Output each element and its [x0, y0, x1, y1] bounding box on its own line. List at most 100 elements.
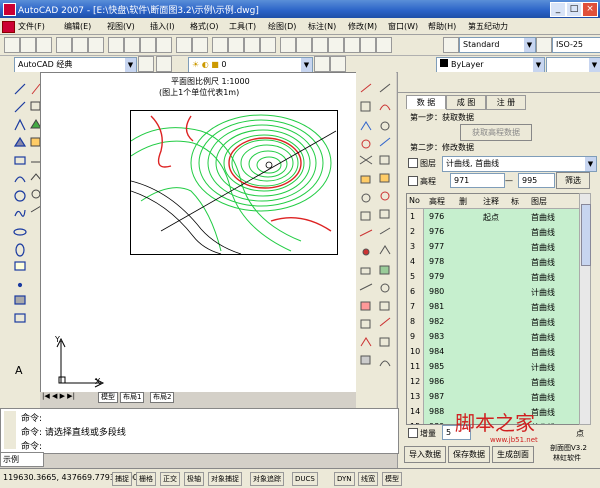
menu-file[interactable]: 文件(F)	[18, 21, 45, 32]
undo-icon[interactable]	[176, 37, 192, 53]
tool-palettes-icon[interactable]	[312, 37, 328, 53]
status-toggle[interactable]: 捕捉	[112, 472, 132, 486]
sheet-set-icon[interactable]	[328, 37, 344, 53]
status-toggle[interactable]: 极轴	[184, 472, 204, 486]
tab-register[interactable]: 注 册	[486, 95, 526, 110]
get-elevation-button[interactable]: 获取高程数据	[460, 124, 532, 141]
copy-icon[interactable]	[124, 37, 140, 53]
maximize-button[interactable]: □	[566, 2, 582, 17]
design-center-icon[interactable]	[296, 37, 312, 53]
status-toggle[interactable]: 正交	[160, 472, 180, 486]
layer-previous-icon[interactable]	[330, 56, 346, 72]
pan-icon[interactable]	[212, 37, 228, 53]
cut-icon[interactable]	[108, 37, 124, 53]
minimize-button[interactable]: _	[550, 2, 566, 17]
tab-layout2[interactable]: 布局2	[150, 392, 175, 403]
snap-tool-icons[interactable]	[356, 80, 396, 380]
table-row[interactable]: 8 982 首曲线	[407, 314, 579, 330]
menu-plugin[interactable]: 第五纪动力	[468, 21, 508, 32]
table-row[interactable]: 10 984 首曲线	[407, 344, 579, 360]
generate-profile-button[interactable]: 生成剖面	[492, 446, 534, 463]
tab-nav-arrows[interactable]: |◀ ◀ ▶ ▶|	[42, 392, 94, 401]
tab-layout1[interactable]: 布局1	[120, 392, 145, 403]
document-icon[interactable]	[2, 21, 15, 33]
save-icon[interactable]	[36, 37, 52, 53]
menu-dimension[interactable]: 标注(N)	[308, 21, 336, 32]
linetype-select[interactable]: ▼	[546, 57, 600, 73]
menu-help[interactable]: 帮助(H)	[428, 21, 456, 32]
status-toggle[interactable]: 栅格	[136, 472, 156, 486]
menu-edit[interactable]: 编辑(E)	[64, 21, 91, 32]
scrollbar-thumb[interactable]	[581, 204, 591, 266]
redo-icon[interactable]	[192, 37, 208, 53]
table-row[interactable]: 4 978 首曲线	[407, 254, 579, 270]
table-row[interactable]: 3 977 首曲线	[407, 239, 579, 255]
filter-button[interactable]: 筛选	[556, 172, 590, 189]
make-current-layer-icon[interactable]	[314, 56, 330, 72]
status-toggle[interactable]: 线宽	[358, 472, 378, 486]
menu-insert[interactable]: 插入(I)	[150, 21, 175, 32]
drawing-tab[interactable]: 示例	[0, 452, 44, 467]
drawing-area[interactable]: 平面图比例尺 1:1000 (图上1个单位代表1m) X Y	[40, 72, 358, 394]
elevation-to-input[interactable]: 995	[518, 173, 555, 188]
publish-icon[interactable]	[88, 37, 104, 53]
zoom-realtime-icon[interactable]	[228, 37, 244, 53]
status-toggle[interactable]: 模型	[382, 472, 402, 486]
status-toggle[interactable]: DYN	[334, 472, 355, 486]
layer-manager-icon[interactable]	[156, 56, 172, 72]
exaggerate-checkbox[interactable]	[408, 428, 418, 438]
table-row[interactable]: 12 986 首曲线	[407, 374, 579, 390]
table-row[interactable]: 7 981 首曲线	[407, 299, 579, 315]
elevation-filter-checkbox[interactable]	[408, 176, 418, 186]
command-grip[interactable]	[4, 411, 16, 449]
paste-icon[interactable]	[140, 37, 156, 53]
table-row[interactable]: 2 976 首曲线	[407, 224, 579, 240]
menu-tools[interactable]: 工具(T)	[229, 21, 256, 32]
elevation-from-input[interactable]: 971	[450, 173, 505, 188]
new-icon[interactable]	[4, 37, 20, 53]
tab-model[interactable]: 模型	[98, 392, 118, 403]
preview-icon[interactable]	[72, 37, 88, 53]
table-row[interactable]: 13 987 首曲线	[407, 389, 579, 405]
layer-select[interactable]: ☀ ◐ ■ 0 ▼	[188, 57, 313, 73]
help-icon[interactable]	[376, 37, 392, 53]
zoom-previous-icon[interactable]	[260, 37, 276, 53]
color-select[interactable]: ByLayer ▼	[436, 57, 545, 73]
text-style-select[interactable]: Standard ▼	[459, 37, 536, 53]
menu-draw[interactable]: 绘图(D)	[268, 21, 296, 32]
table-row[interactable]: 11 985 计曲线	[407, 359, 579, 375]
command-prompt[interactable]: 命令:	[21, 439, 42, 452]
menu-modify[interactable]: 修改(M)	[348, 21, 377, 32]
table-row[interactable]: 1 976 起点 首曲线	[407, 209, 579, 225]
elevation-table[interactable]: No 高程 删 注释 标 图层 1 976 起点 首曲线 2 976 首曲线 3 977 首曲线 4…	[406, 193, 580, 425]
import-data-button[interactable]: 导入数据	[404, 446, 446, 463]
markup-icon[interactable]	[344, 37, 360, 53]
command-window[interactable]: 命令: 命令: 请选择直线或多段线 命令:	[0, 408, 399, 454]
menu-window[interactable]: 窗口(W)	[388, 21, 418, 32]
save-data-button[interactable]: 保存数据	[448, 446, 490, 463]
workspace-select[interactable]: AutoCAD 经典 ▼	[14, 57, 137, 73]
workspace-settings-icon[interactable]	[138, 56, 154, 72]
dim-style-select[interactable]: ISO-25	[552, 37, 600, 53]
menu-view[interactable]: 视图(V)	[107, 21, 135, 32]
status-toggle[interactable]: 对象捕捉	[208, 472, 242, 486]
quickcalc-icon[interactable]	[360, 37, 376, 53]
table-scrollbar[interactable]	[579, 193, 591, 425]
layer-filter-select[interactable]: 计曲线, 首曲线 ▼	[442, 156, 597, 172]
tab-drawing[interactable]: 成 图	[446, 95, 486, 110]
table-row[interactable]: 5 979 首曲线	[407, 269, 579, 285]
status-toggle[interactable]: 对象追踪	[250, 472, 284, 486]
menu-format[interactable]: 格式(O)	[190, 21, 219, 32]
layer-filter-checkbox[interactable]	[408, 158, 418, 168]
open-icon[interactable]	[20, 37, 36, 53]
status-toggle[interactable]: DUCS	[292, 472, 318, 486]
table-row[interactable]: 9 983 首曲线	[407, 329, 579, 345]
contour-map[interactable]	[130, 110, 338, 255]
table-row[interactable]: 6 980 计曲线	[407, 284, 579, 300]
autocad-app-icon[interactable]	[3, 3, 16, 16]
close-button[interactable]: ×	[582, 2, 598, 17]
zoom-window-icon[interactable]	[244, 37, 260, 53]
properties-icon[interactable]	[280, 37, 296, 53]
print-icon[interactable]	[56, 37, 72, 53]
tab-data[interactable]: 数 据	[406, 95, 446, 109]
